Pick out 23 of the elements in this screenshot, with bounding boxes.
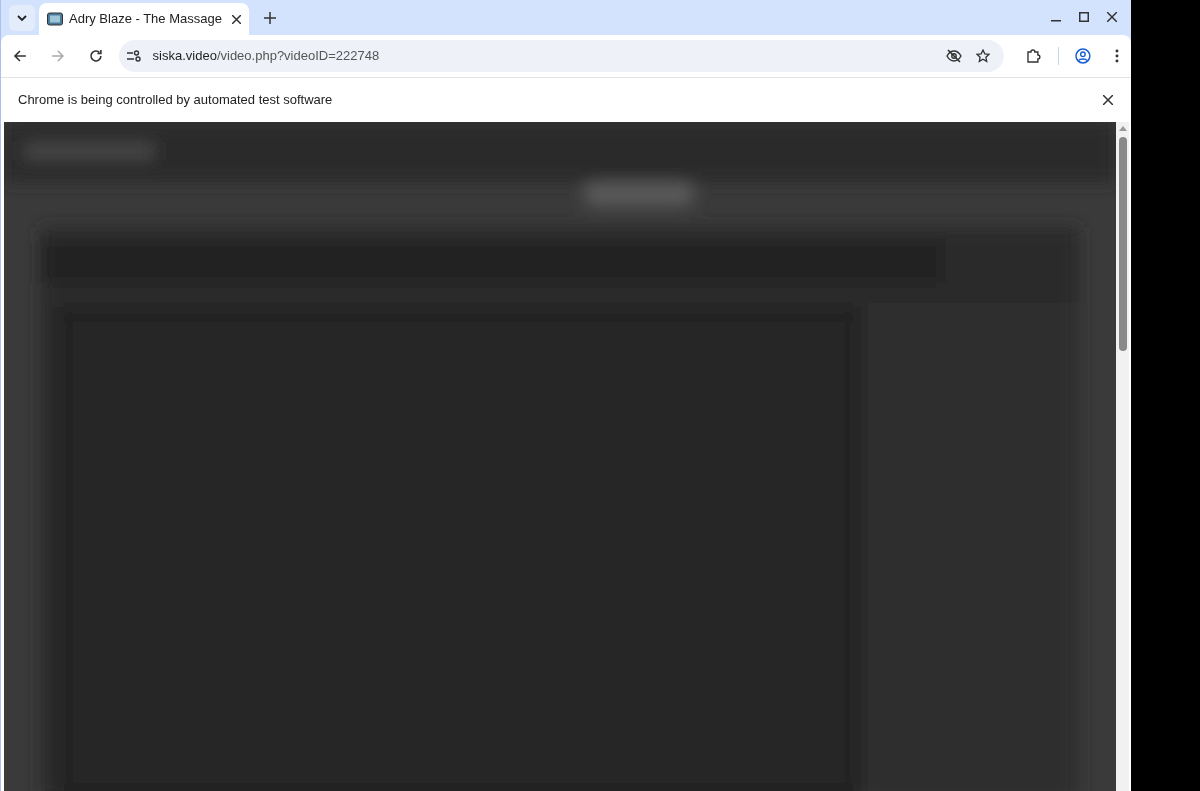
menu-icon[interactable] — [1115, 49, 1119, 63]
browser-tab[interactable]: Adry Blaze - The Massage — [39, 3, 249, 35]
puzzle-icon[interactable] — [1026, 48, 1043, 64]
close-icon[interactable] — [1103, 95, 1113, 105]
address-bar[interactable]: siska.video/video.php?videoID=222748 — [118, 40, 1005, 72]
scrollbar[interactable] — [1116, 122, 1129, 791]
tab-search-button[interactable] — [9, 5, 35, 31]
star-icon[interactable] — [976, 49, 991, 63]
maximize-icon[interactable] — [1079, 11, 1089, 22]
close-icon[interactable] — [1107, 11, 1117, 22]
infobar-message: Chrome is being controlled by automated test software — [18, 91, 333, 110]
reload-icon[interactable] — [88, 49, 103, 63]
back-icon[interactable] — [13, 49, 27, 63]
favicon-icon — [47, 12, 63, 26]
url-text: siska.video/video.php?videoID=222748 — [152, 47, 380, 66]
plus-icon — [264, 12, 276, 24]
close-icon[interactable] — [232, 14, 241, 24]
profile-icon[interactable] — [1075, 48, 1092, 64]
tab-title: Adry Blaze - The Massage — [69, 10, 222, 29]
minimize-icon[interactable] — [1051, 19, 1061, 22]
chevron-down-icon — [17, 14, 27, 22]
eye-slash-icon[interactable] — [946, 49, 963, 63]
site-settings-icon[interactable] — [126, 50, 141, 62]
